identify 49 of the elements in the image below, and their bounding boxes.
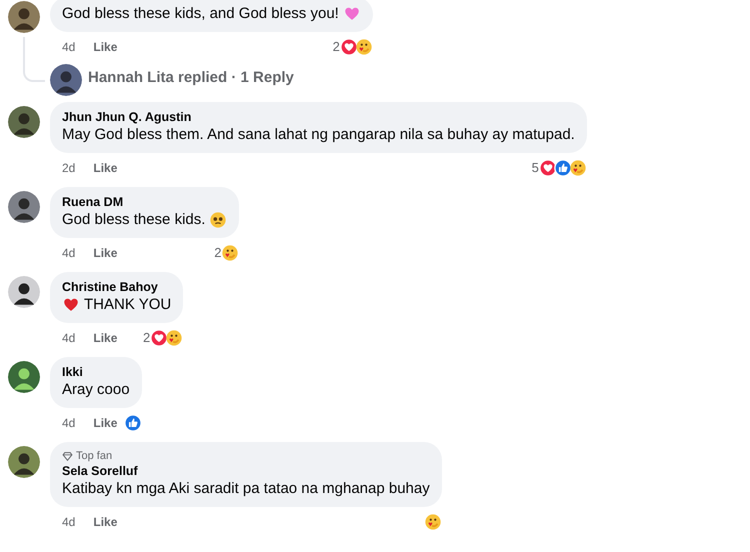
avatar bbox=[50, 64, 82, 96]
commenter-name[interactable]: Ruena DM bbox=[62, 194, 228, 210]
comment-text: God bless these kids, and God bless you! bbox=[62, 4, 339, 24]
care-reaction-icon bbox=[221, 244, 240, 262]
avatar bbox=[8, 191, 40, 223]
comment-text: Aray cooo bbox=[62, 380, 130, 400]
love-reaction-icon bbox=[538, 159, 557, 177]
like-link[interactable]: Like bbox=[93, 38, 118, 56]
thread-line bbox=[23, 37, 45, 82]
timestamp[interactable]: 4d bbox=[62, 414, 76, 432]
avatar bbox=[8, 446, 40, 478]
reaction-count[interactable]: 2 bbox=[332, 37, 340, 57]
avatar bbox=[8, 1, 40, 33]
care-reaction-icon bbox=[568, 159, 587, 177]
commenter-name[interactable]: Ikki bbox=[62, 364, 130, 380]
timestamp[interactable]: 4d bbox=[62, 329, 76, 347]
care-reaction-icon bbox=[354, 38, 373, 56]
commenter-name[interactable]: Jhun Jhun Q. Agustin bbox=[62, 109, 575, 125]
replies-link[interactable]: Hannah Lita replied · 1 Reply bbox=[88, 66, 294, 90]
avatar bbox=[8, 276, 40, 308]
love-reaction-icon bbox=[150, 329, 168, 347]
care-reaction-icon bbox=[424, 513, 442, 531]
commenter-name[interactable]: Sela Sorelluf bbox=[62, 463, 430, 479]
avatar bbox=[8, 361, 40, 393]
love-reaction-icon bbox=[340, 38, 358, 56]
teary-face-icon bbox=[209, 211, 228, 229]
comment-text: May God bless them. And sana lahat ng pangarap nila sa buhay ay matupad. bbox=[62, 125, 575, 145]
like-link[interactable]: Like bbox=[93, 244, 118, 262]
comment-text: Katibay kn mga Aki saradit pa tatao na mghanap buhay bbox=[62, 479, 430, 499]
avatar bbox=[8, 106, 40, 138]
timestamp[interactable]: 4d bbox=[62, 513, 76, 531]
like-reaction-icon bbox=[124, 414, 142, 432]
top-fan-label: Top fan bbox=[76, 449, 112, 463]
reaction-count[interactable]: 2 bbox=[214, 243, 222, 263]
like-reaction-icon bbox=[554, 159, 572, 177]
timestamp[interactable]: 4d bbox=[62, 38, 76, 56]
comment-text: God bless these kids. bbox=[62, 210, 206, 230]
like-link[interactable]: Like bbox=[93, 513, 118, 531]
timestamp[interactable]: 4d bbox=[62, 244, 76, 262]
like-link[interactable]: Like bbox=[93, 414, 118, 432]
care-reaction-icon bbox=[165, 329, 184, 347]
like-link[interactable]: Like bbox=[93, 329, 118, 347]
commenter-name[interactable]: Christine Bahoy bbox=[62, 279, 172, 295]
timestamp[interactable]: 2d bbox=[62, 159, 76, 177]
reaction-count[interactable]: 5 bbox=[532, 158, 539, 178]
comment-text: THANK YOU bbox=[84, 295, 172, 315]
diamond-icon bbox=[62, 450, 73, 462]
reaction-count[interactable]: 2 bbox=[143, 328, 150, 348]
like-link[interactable]: Like bbox=[93, 159, 118, 177]
